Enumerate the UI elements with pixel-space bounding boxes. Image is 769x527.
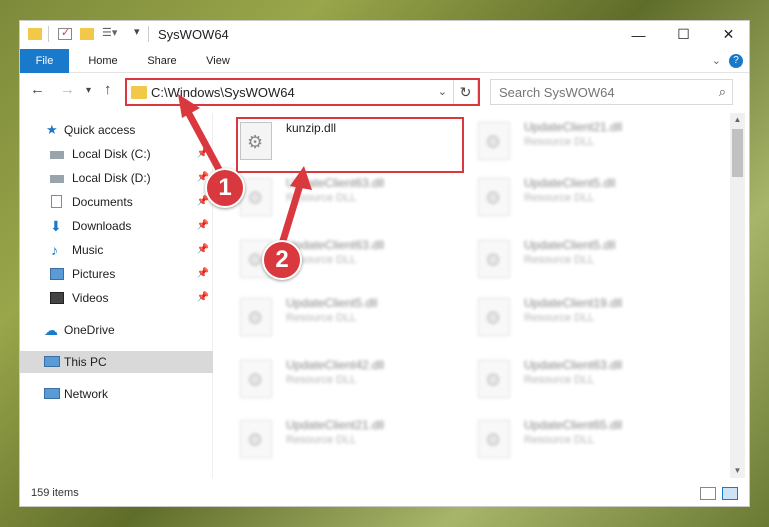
callout-two: 2	[262, 240, 302, 280]
annotation-arrows	[178, 94, 312, 248]
arrow-one	[184, 108, 226, 179]
arrow-two-head	[290, 166, 312, 190]
arrow-two	[278, 181, 304, 248]
callout-one: 1	[205, 168, 245, 208]
